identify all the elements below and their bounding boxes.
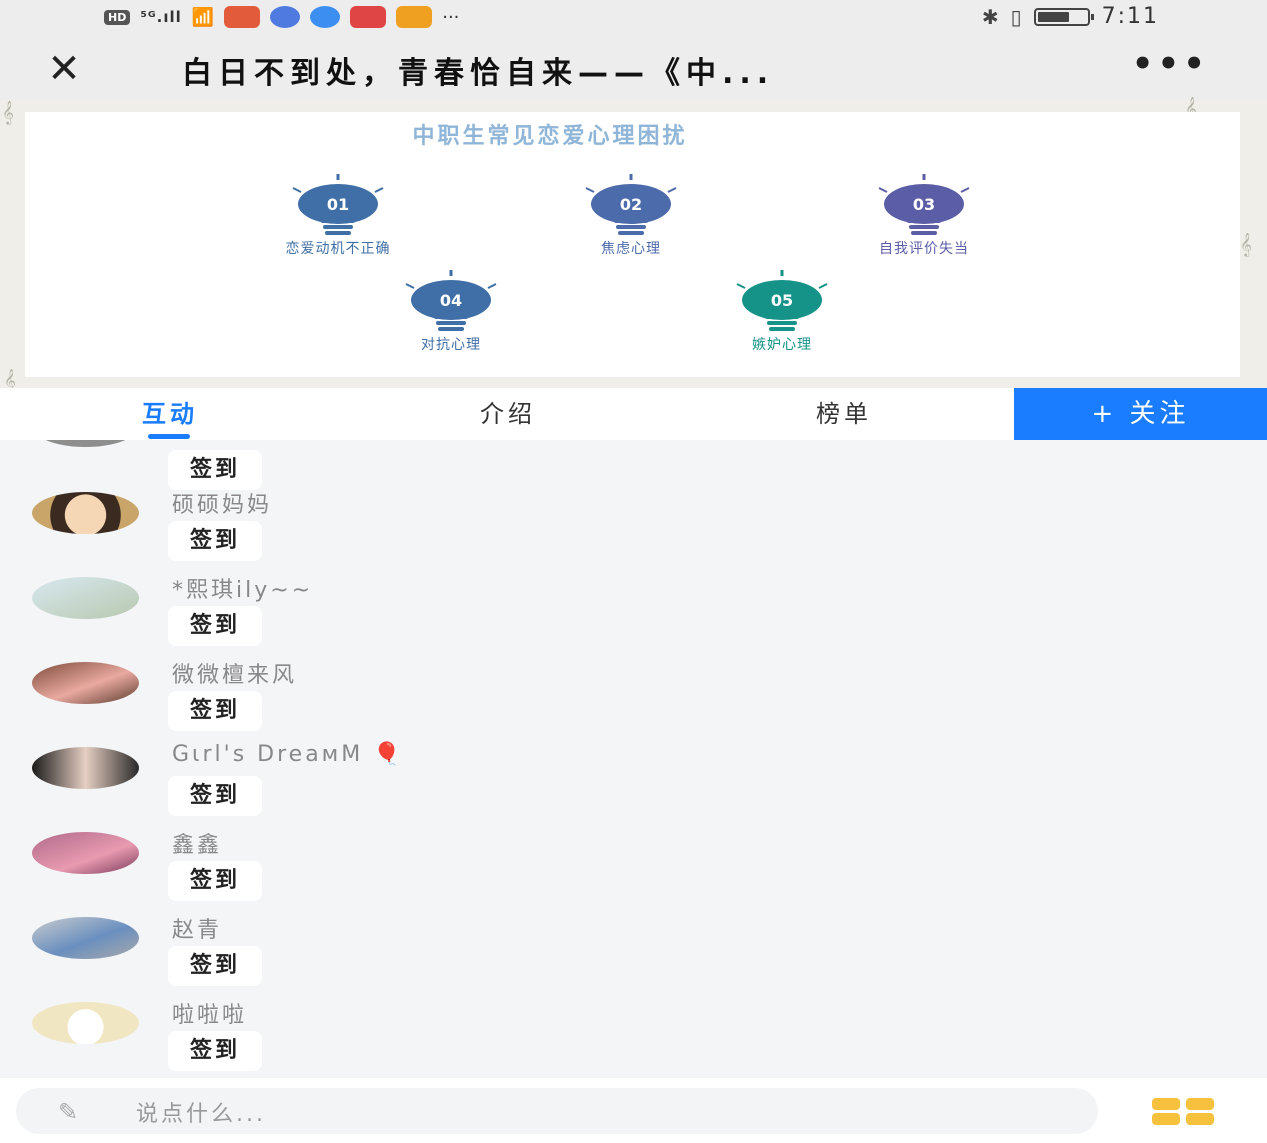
bulb-number: 05 — [771, 291, 793, 310]
pencil-icon: ✎ — [58, 1098, 79, 1126]
avatar[interactable] — [32, 492, 139, 534]
list-item: 啦啦啦 签到 — [0, 995, 1267, 1078]
slide-title: 中职生常见恋爱心理困扰 — [412, 124, 688, 149]
checkin-bubble: 签到 — [168, 691, 263, 731]
lightbulb-icon: 05 — [736, 270, 828, 331]
bluetooth-icon: ✱ — [981, 4, 999, 29]
signal-icon: ⁵ᴳ.ıll — [140, 8, 182, 26]
lightbulb-item: 03 自我评价失当 — [824, 174, 1024, 258]
tab-interact[interactable]: 互动 — [80, 388, 260, 440]
music-note-decoration: 𝄞 — [1240, 232, 1252, 256]
username[interactable]: Gɩrl's DreaᴍM 🎈 — [172, 742, 404, 767]
page-title: 白日不到处，青春恰自来——《中... — [182, 56, 775, 91]
list-item: 签到 — [0, 440, 1267, 490]
tab-ranking[interactable]: 榜单 — [754, 388, 934, 440]
lightbulb-item: 05 嫉妒心理 — [682, 270, 882, 354]
bulb-number: 03 — [913, 195, 935, 214]
checkin-bubble: 签到 — [168, 861, 263, 901]
list-item: 硕硕妈妈 签到 — [0, 485, 1267, 570]
vibrate-icon: ▯ — [1010, 4, 1022, 29]
lightbulb-item: 01 恋爱动机不正确 — [238, 174, 438, 258]
comment-placeholder: 说点什么... — [136, 1102, 266, 1127]
more-notifications-icon: ··· — [442, 6, 460, 28]
username[interactable]: *熙琪ily~~ — [172, 572, 313, 604]
lightbulb-icon: 01 — [292, 174, 384, 235]
checkin-bubble: 签到 — [168, 521, 263, 561]
follow-button[interactable]: + 关注 — [1014, 388, 1267, 440]
bulb-number: 02 — [620, 195, 642, 214]
bulb-number: 01 — [327, 195, 349, 214]
checkin-bubble: 签到 — [168, 776, 263, 816]
bulb-label: 自我评价失当 — [879, 241, 969, 257]
app-notification-icon — [224, 6, 261, 28]
composer-bar: ✎ 说点什么... — [0, 1078, 1267, 1143]
status-bar: HD ⁵ᴳ.ıll 📶 ··· ✱ ▯ 7:11 — [0, 0, 1267, 38]
avatar[interactable] — [32, 917, 139, 959]
presentation-slide[interactable]: 中职生常见恋爱心理困扰 01 恋爱动机不正确 02 焦虑心理 03 自我评价失当 04 对抗心… — [25, 112, 1240, 377]
tab-bar: 互动 介绍 榜单 + 关注 — [0, 388, 1267, 440]
bulb-label: 焦虑心理 — [601, 241, 661, 257]
battery-icon — [1033, 7, 1094, 26]
avatar[interactable] — [32, 747, 139, 789]
comment-feed[interactable]: 签到 硕硕妈妈 签到 *熙琪ily~~ 签到 微微檀来风 签到 Gɩrl's DreaᴍM … — [0, 440, 1267, 1078]
comment-input[interactable]: ✎ 说点什么... — [16, 1088, 1098, 1134]
list-item: 微微檀来风 签到 — [0, 655, 1267, 740]
lightbulb-icon: 02 — [585, 174, 677, 235]
lightbulb-item: 02 焦虑心理 — [531, 174, 731, 258]
bulb-label: 对抗心理 — [421, 337, 481, 353]
wifi-icon: 📶 — [191, 6, 215, 28]
username[interactable]: 微微檀来风 — [172, 657, 297, 689]
imou-app-icon — [396, 6, 433, 28]
lightbulb-item: 04 对抗心理 — [351, 270, 551, 354]
browser-app-icon — [310, 6, 341, 28]
bulb-number: 04 — [440, 291, 462, 310]
hd-badge: HD — [104, 9, 131, 25]
music-app-icon — [270, 6, 301, 28]
more-options-icon[interactable]: ••• — [1132, 44, 1209, 84]
avatar[interactable] — [32, 577, 139, 619]
lightbulb-icon: 04 — [405, 270, 497, 331]
close-icon[interactable]: ✕ — [40, 49, 88, 89]
avatar[interactable] — [32, 832, 139, 874]
bulb-label: 嫉妒心理 — [752, 337, 812, 353]
username[interactable]: 硕硕妈妈 — [172, 487, 272, 519]
list-item: *熙琪ily~~ 签到 — [0, 570, 1267, 655]
checkin-bubble: 签到 — [168, 450, 263, 490]
music-note-decoration: 𝄞 — [2, 100, 14, 124]
avatar[interactable] — [32, 662, 139, 704]
avatar[interactable] — [32, 440, 139, 447]
list-item: 赵青 签到 — [0, 910, 1267, 995]
tab-intro[interactable]: 介绍 — [418, 388, 598, 440]
username[interactable]: 赵青 — [172, 912, 222, 944]
grid-menu-icon[interactable] — [1152, 1098, 1214, 1126]
list-item: 鑫鑫 签到 — [0, 825, 1267, 910]
checkin-bubble: 签到 — [168, 606, 263, 646]
lightbulb-icon: 03 — [878, 174, 970, 235]
clock: 7:11 — [1101, 4, 1159, 29]
title-bar: ✕ 白日不到处，青春恰自来——《中... ••• — [0, 38, 1267, 100]
avatar[interactable] — [32, 1002, 139, 1044]
slide-area: 𝄞 𝄞 𝄞 𝄞 中职生常见恋爱心理困扰 01 恋爱动机不正确 02 焦虑心理 03 自我评… — [0, 96, 1267, 392]
list-item: Gɩrl's DreaᴍM 🎈 签到 — [0, 740, 1267, 825]
bulb-label: 恋爱动机不正确 — [285, 241, 391, 257]
username[interactable]: 鑫鑫 — [172, 827, 222, 859]
username[interactable]: 啦啦啦 — [172, 997, 247, 1029]
tab-active-indicator — [148, 434, 190, 439]
checkin-bubble: 签到 — [168, 946, 263, 986]
checkin-bubble: 签到 — [168, 1031, 263, 1071]
reader-app-icon — [350, 6, 387, 28]
